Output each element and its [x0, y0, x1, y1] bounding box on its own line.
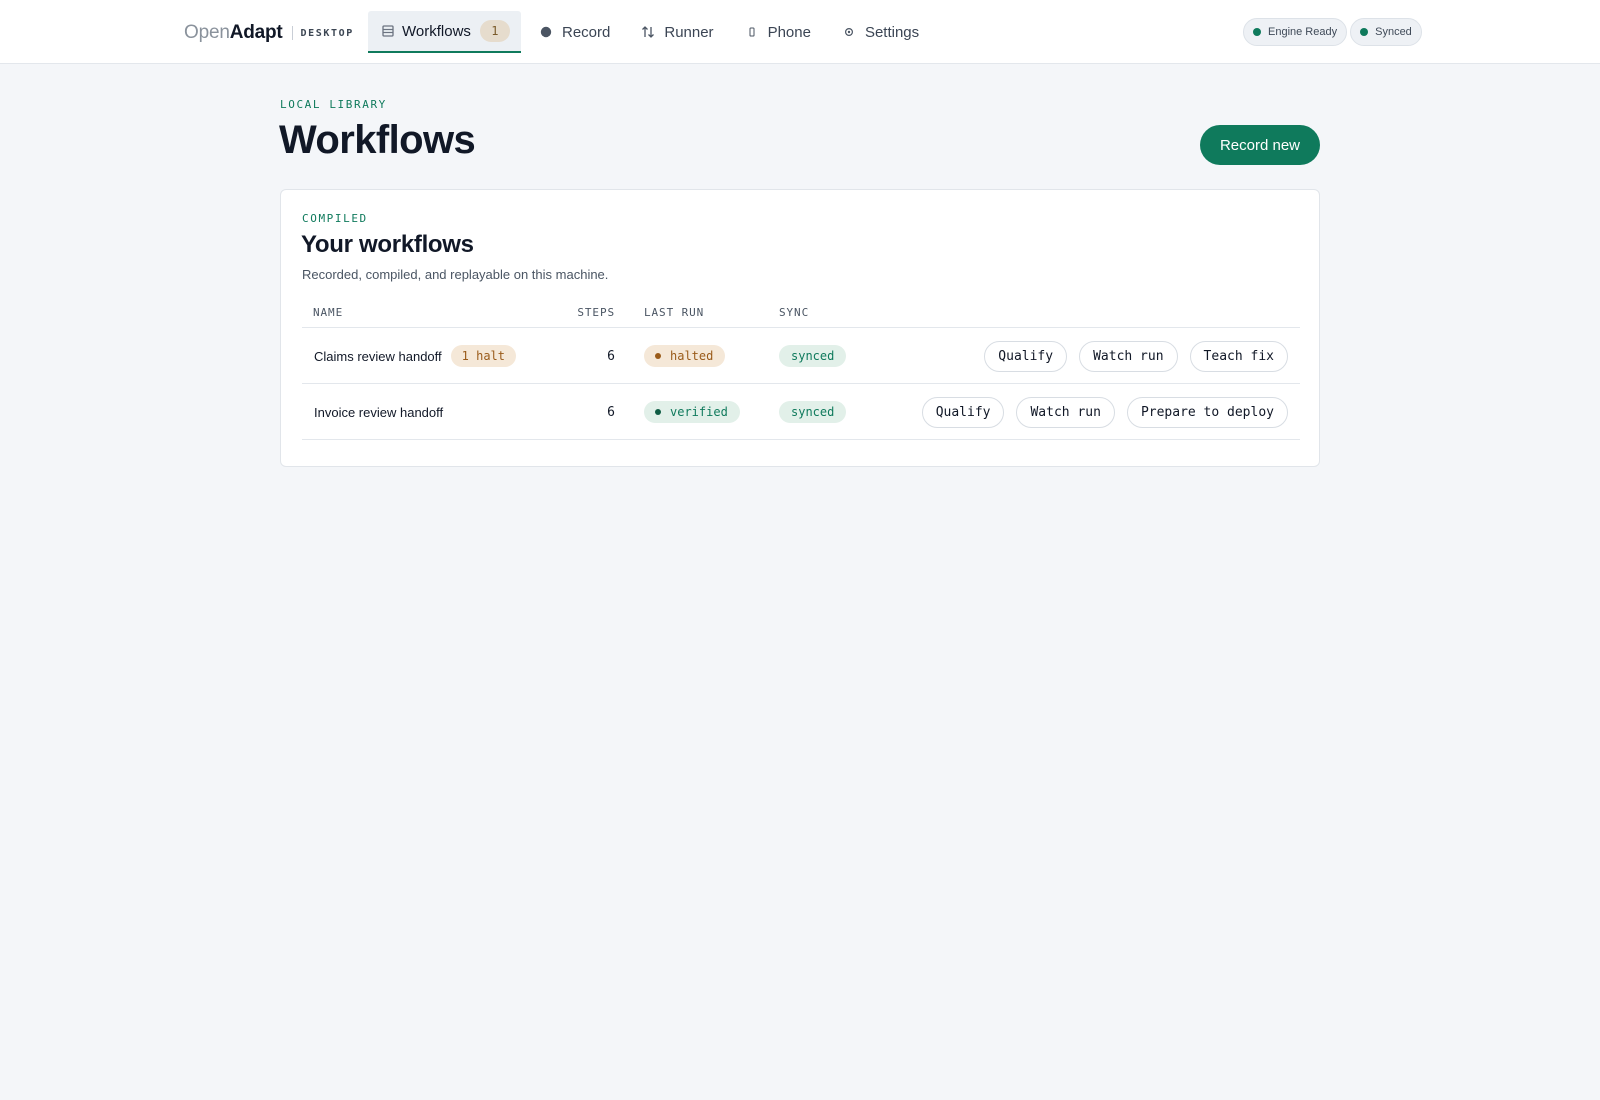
row-actions: Qualify Watch run Prepare to deploy: [910, 384, 1288, 440]
status-indicators: Engine Ready Synced: [1243, 18, 1425, 46]
watch-run-button[interactable]: Watch run: [1016, 396, 1115, 428]
table-row[interactable]: Claims review handoff 1 halt 6 halted sy…: [302, 328, 1300, 384]
nav-tab-phone[interactable]: Phone: [730, 11, 824, 53]
watch-run-button[interactable]: Watch run: [1079, 340, 1178, 372]
row-actions: Qualify Watch run Teach fix: [972, 328, 1288, 384]
nav-tab-label: Record: [562, 23, 611, 41]
last-run-status-label: halted: [670, 349, 714, 363]
nav-tab-record[interactable]: Record: [524, 11, 623, 53]
swap-arrows-icon: [640, 25, 656, 39]
status-dot-icon: [1360, 28, 1369, 36]
last-run-status-label: verified: [670, 405, 728, 419]
main-nav: Workflows 1 Record Runner Phone Settings: [368, 11, 935, 53]
top-bar: Open Adapt DESKTOP Workflows 1 Record Run…: [0, 0, 1600, 64]
workflows-card: COMPILED Your workflows Recorded, compil…: [280, 189, 1320, 467]
nav-tab-workflows[interactable]: Workflows 1: [368, 11, 521, 53]
last-run-status-badge: halted: [644, 345, 726, 367]
nav-tab-label: Phone: [767, 23, 811, 41]
column-header-last-run: LAST RUN: [644, 306, 705, 319]
status-dot-icon: [1253, 28, 1261, 36]
phone-icon: [744, 26, 760, 38]
brand-divider: [291, 26, 293, 40]
engine-status-badge: Engine Ready: [1243, 18, 1348, 46]
page-title: Workflows: [279, 118, 476, 162]
nav-tab-label: Workflows: [402, 22, 471, 40]
sync-cell: synced: [779, 384, 847, 440]
halt-count-badge: 1 halt: [450, 345, 517, 367]
nav-tab-label: Runner: [664, 23, 714, 41]
status-dot-icon: [655, 353, 661, 359]
record-dot-icon: [538, 26, 554, 38]
card-eyebrow: COMPILED: [302, 212, 368, 225]
list-icon: [382, 25, 394, 37]
card-title: Your workflows: [301, 231, 474, 258]
nav-tab-label: Settings: [864, 23, 920, 41]
engine-status-label: Engine Ready: [1268, 26, 1338, 38]
gear-icon: [841, 26, 857, 38]
last-run-cell: verified: [644, 384, 740, 440]
status-dot-icon: [655, 409, 661, 415]
sync-status-badge: synced: [779, 345, 847, 367]
qualify-button[interactable]: Qualify: [921, 396, 1005, 428]
sync-status-badge: synced: [779, 401, 847, 423]
qualify-button[interactable]: Qualify: [984, 340, 1068, 372]
brand-name-bold: Adapt: [229, 22, 283, 43]
nav-count-badge: 1: [479, 20, 510, 42]
page-eyebrow: LOCAL LIBRARY: [280, 98, 387, 111]
steps-count: 6: [607, 404, 615, 420]
steps-count: 6: [607, 348, 615, 364]
last-run-cell: halted: [644, 328, 726, 384]
brand-suffix: DESKTOP: [300, 27, 354, 39]
teach-fix-button[interactable]: Teach fix: [1189, 340, 1288, 372]
sync-status-label: Synced: [1375, 26, 1412, 38]
table-row[interactable]: Invoice review handoff 6 verified synced…: [302, 384, 1300, 440]
brand-name-light: Open: [184, 22, 230, 43]
card-subtitle: Recorded, compiled, and replayable on th…: [302, 267, 609, 282]
column-header-steps: STEPS: [577, 306, 615, 319]
brand-logo[interactable]: Open Adapt DESKTOP: [184, 20, 354, 46]
sync-cell: synced: [779, 328, 847, 384]
sync-status-badge: Synced: [1350, 18, 1422, 46]
record-new-button[interactable]: Record new: [1200, 125, 1320, 165]
workflow-name[interactable]: Claims review handoff: [314, 349, 442, 364]
workflow-name-cell: Claims review handoff 1 halt: [314, 328, 517, 384]
workflow-name[interactable]: Invoice review handoff: [314, 405, 443, 420]
column-header-name: NAME: [313, 306, 344, 319]
column-header-sync: SYNC: [779, 306, 810, 319]
workflow-name-cell: Invoice review handoff: [314, 384, 443, 440]
workflows-table: NAME STEPS LAST RUN SYNC Claims review h…: [302, 301, 1300, 440]
table-header: NAME STEPS LAST RUN SYNC: [302, 301, 1300, 328]
nav-tab-runner[interactable]: Runner: [626, 11, 726, 53]
nav-tab-settings[interactable]: Settings: [827, 11, 932, 53]
last-run-status-badge: verified: [644, 401, 740, 423]
prepare-to-deploy-button[interactable]: Prepare to deploy: [1126, 396, 1288, 428]
